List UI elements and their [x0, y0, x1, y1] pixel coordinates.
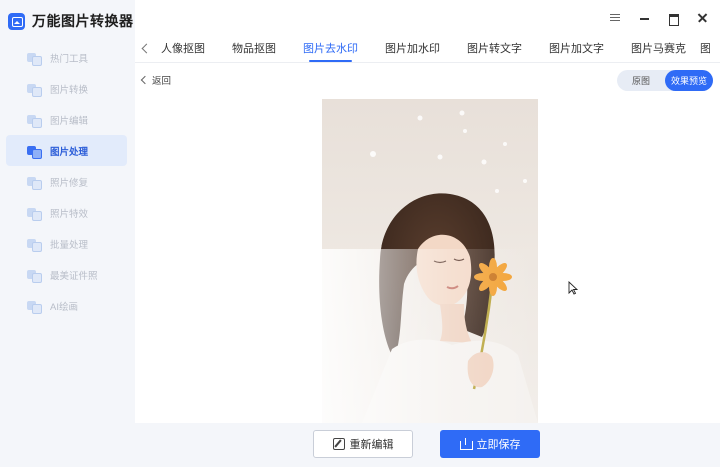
preview-image — [322, 99, 538, 423]
ai-painting-icon — [27, 300, 42, 314]
sidebar-item-label: 照片特效 — [50, 208, 89, 220]
sidebar-item-image-edit[interactable]: 图片编辑 — [6, 104, 127, 135]
minimize-icon[interactable] — [638, 12, 650, 24]
sidebar-item-label: 最美证件照 — [50, 270, 98, 282]
sidebar-item-photo-effects[interactable]: 照片特效 — [6, 197, 127, 228]
chevron-left-icon — [140, 75, 148, 85]
action-bar: 重新编辑 立即保存 — [135, 423, 720, 467]
close-icon[interactable] — [696, 12, 708, 24]
sidebar-item-label: AI绘画 — [50, 301, 78, 313]
photo-effects-icon — [27, 207, 42, 221]
download-icon — [459, 438, 473, 450]
tab-image-to-text[interactable]: 图片转文字 — [467, 40, 522, 62]
reedit-button[interactable]: 重新编辑 — [313, 430, 413, 458]
mouse-cursor-icon — [568, 281, 578, 295]
tab-remove-watermark[interactable]: 图片去水印 — [303, 40, 358, 62]
sidebar-item-hot-tools[interactable]: 热门工具 — [6, 42, 127, 73]
back-button[interactable]: 返回 — [140, 73, 171, 87]
sidebar-item-label: 图片编辑 — [50, 115, 89, 127]
maximize-icon[interactable] — [667, 12, 679, 26]
main-panel: 人像抠图 物品抠图 图片去水印 图片加水印 图片转文字 图片加文字 图片马赛克 … — [135, 0, 720, 467]
app-title: 万能图片转换器 — [32, 13, 134, 29]
save-label: 立即保存 — [476, 439, 521, 451]
menu-icon[interactable] — [609, 12, 621, 24]
sidebar-item-image-process[interactable]: 图片处理 — [6, 135, 127, 166]
sidebar-item-label: 批量处理 — [50, 239, 89, 251]
sidebar-nav: 热门工具 图片转换 图片编辑 图片处理 照片修复 照片特效 批量处理 最美证件照… — [6, 42, 127, 321]
tabs-bar: 人像抠图 物品抠图 图片去水印 图片加水印 图片转文字 图片加文字 图片马赛克 … — [135, 36, 720, 63]
app-brand: 万能图片转换器 — [8, 10, 134, 32]
view-original-button[interactable]: 原图 — [617, 70, 665, 91]
batch-process-icon — [27, 238, 42, 252]
tab-object-cutout[interactable]: 物品抠图 — [232, 40, 276, 62]
preview-canvas — [140, 99, 715, 423]
sidebar-item-photo-repair[interactable]: 照片修复 — [6, 166, 127, 197]
sidebar-item-label: 照片修复 — [50, 177, 89, 189]
tab-add-text[interactable]: 图片加文字 — [549, 40, 604, 62]
sidebar-item-image-convert[interactable]: 图片转换 — [6, 73, 127, 104]
portrait-photo — [322, 99, 538, 423]
image-process-icon — [27, 145, 42, 159]
window-controls — [609, 12, 708, 26]
image-edit-icon — [27, 114, 42, 128]
sidebar: 万能图片转换器 热门工具 图片转换 图片编辑 图片处理 照片修复 照片特效 批量… — [0, 0, 135, 467]
tab-portrait-cutout[interactable]: 人像抠图 — [161, 40, 205, 62]
reedit-label: 重新编辑 — [349, 439, 394, 451]
tab-clipped-next[interactable]: 图 — [700, 40, 710, 62]
view-toggle: 原图 效果预览 — [617, 70, 713, 91]
sidebar-item-label: 热门工具 — [50, 53, 89, 65]
tab-mosaic[interactable]: 图片马赛克 — [631, 40, 686, 62]
sidebar-item-id-photo[interactable]: 最美证件照 — [6, 259, 127, 290]
tab-list: 人像抠图 物品抠图 图片去水印 图片加水印 图片转文字 图片加文字 图片马赛克 — [161, 40, 713, 62]
edit-icon — [332, 438, 345, 450]
tab-scroll-left-icon[interactable] — [140, 42, 150, 56]
id-photo-icon — [27, 269, 42, 283]
sidebar-item-batch-process[interactable]: 批量处理 — [6, 228, 127, 259]
image-convert-icon — [27, 83, 42, 97]
hot-tools-icon — [27, 52, 42, 66]
app-logo-icon — [8, 12, 25, 30]
tab-add-watermark[interactable]: 图片加水印 — [385, 40, 440, 62]
sidebar-item-ai-painting[interactable]: AI绘画 — [6, 290, 127, 321]
sidebar-item-label: 图片处理 — [50, 146, 89, 158]
sidebar-item-label: 图片转换 — [50, 84, 89, 96]
photo-repair-icon — [27, 176, 42, 190]
save-button[interactable]: 立即保存 — [440, 430, 540, 458]
view-preview-button[interactable]: 效果预览 — [665, 70, 713, 91]
back-label: 返回 — [152, 76, 172, 87]
